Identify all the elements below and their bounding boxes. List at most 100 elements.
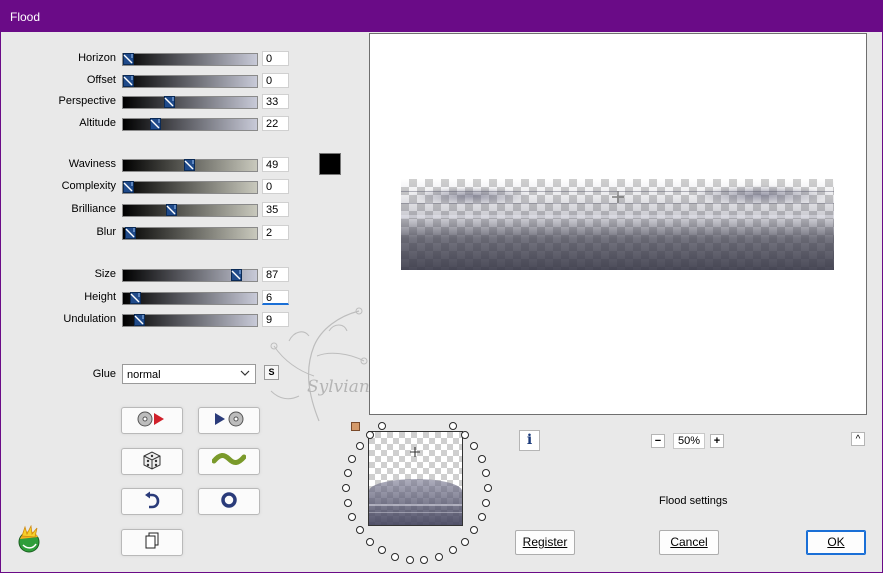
slider-thumb-icon[interactable] (164, 96, 175, 108)
wave-icon (211, 452, 247, 471)
waviness-value-input[interactable]: 49 (262, 157, 289, 172)
offset-value-input[interactable]: 0 (262, 73, 289, 88)
navigator-dot (343, 469, 352, 477)
collapse-button[interactable]: ^ (851, 432, 865, 446)
title-bar: Flood (1, 1, 882, 32)
complexity-label: Complexity (61, 180, 116, 192)
reset-button[interactable] (121, 488, 183, 515)
load-preset-button[interactable] (121, 407, 183, 434)
slider-thumb-icon[interactable] (166, 204, 177, 216)
brilliance-value-input[interactable]: 35 (262, 202, 289, 217)
slider-thumb-icon[interactable] (184, 159, 195, 171)
navigator-dot (482, 499, 491, 507)
ok-button[interactable]: OK (806, 530, 866, 555)
navigator-dot (377, 421, 386, 430)
color-swatch[interactable] (319, 153, 341, 175)
ok-label: OK (827, 535, 845, 549)
navigator-dot (448, 421, 457, 430)
watermark: Sylviane (259, 301, 380, 431)
app-logo-icon (14, 524, 44, 558)
zoom-in-button[interactable]: + (710, 434, 724, 448)
cancel-button[interactable]: Cancel (659, 530, 719, 555)
altitude-value-input[interactable]: 22 (262, 116, 289, 131)
ring-icon (220, 491, 238, 512)
navigator-dot (348, 454, 357, 463)
offset-label: Offset (86, 74, 116, 86)
waviness-label: Waviness (68, 158, 116, 170)
navigator-dot (405, 555, 414, 564)
zoom-out-button[interactable]: − (651, 434, 665, 448)
disc-arrow-icon (134, 410, 170, 431)
blur-slider[interactable] (122, 227, 258, 240)
slider-thumb-icon[interactable] (130, 292, 141, 304)
blur-label: Blur (96, 226, 116, 238)
flood-dialog: Flood Horizon 0 Offset 0 Perspective 33 Altitu… (0, 0, 883, 573)
height-label: Height (84, 291, 116, 303)
navigator-dot (434, 552, 443, 561)
brilliance-slider[interactable] (122, 204, 258, 217)
perspective-value-input[interactable]: 33 (262, 94, 289, 109)
glue-select[interactable]: normal (122, 364, 256, 384)
undulation-label: Undulation (63, 313, 116, 325)
size-label: Size (94, 268, 116, 280)
info-button[interactable]: i (519, 430, 540, 451)
copy-button[interactable] (121, 529, 183, 556)
register-label: Register (522, 535, 568, 549)
glue-selected-value: normal (127, 369, 161, 381)
altitude-slider[interactable] (122, 118, 258, 131)
navigator-dot (365, 537, 374, 546)
preview-area[interactable] (369, 33, 867, 415)
navigator-dot (420, 555, 429, 564)
perspective-slider[interactable] (122, 96, 258, 109)
slider-thumb-icon[interactable] (123, 53, 134, 65)
minus-icon: − (654, 435, 662, 447)
navigator-dot (355, 441, 364, 450)
document-icon (144, 532, 160, 553)
navigator-thumbnail[interactable] (368, 431, 463, 526)
dice-icon (141, 450, 163, 473)
slider-thumb-icon[interactable] (123, 181, 134, 193)
slider-thumb-icon[interactable] (123, 75, 134, 87)
arrow-disc-icon (211, 410, 247, 431)
glue-label: Glue (92, 368, 116, 380)
complexity-slider[interactable] (122, 181, 258, 194)
navigator-dot (342, 484, 350, 492)
navigator-dot (477, 454, 486, 463)
chevron-down-icon (240, 368, 250, 381)
slider-thumb-icon[interactable] (125, 227, 136, 239)
navigator-dot (477, 513, 486, 522)
size-slider[interactable] (122, 269, 258, 282)
navigator-dot (377, 546, 386, 555)
register-button[interactable]: Register (515, 530, 575, 555)
navigator-dot (391, 552, 400, 561)
slider-thumb-icon[interactable] (231, 269, 242, 281)
default-button[interactable] (198, 488, 260, 515)
blur-value-input[interactable]: 2 (262, 225, 289, 240)
navigator-corner-handle[interactable] (351, 422, 360, 431)
undulation-slider[interactable] (122, 314, 258, 327)
height-slider[interactable] (122, 292, 258, 305)
size-value-input[interactable]: 87 (262, 267, 289, 282)
slider-thumb-icon[interactable] (150, 118, 161, 130)
random-button[interactable] (121, 448, 183, 475)
navigator-dot (448, 546, 457, 555)
caret-up-icon: ^ (855, 434, 861, 445)
navigator-dot (460, 430, 469, 439)
offset-slider[interactable] (122, 75, 258, 88)
crosshair-icon (611, 190, 625, 207)
cancel-label: Cancel (670, 535, 708, 549)
zoom-value: 50% (677, 435, 701, 447)
plus-icon: + (713, 435, 721, 447)
navigator-dot (460, 537, 469, 546)
window-title: Flood (10, 10, 41, 24)
navigator-dot (365, 430, 374, 439)
horizon-value-input[interactable]: 0 (262, 51, 289, 66)
save-preset-button[interactable] (198, 407, 260, 434)
complexity-value-input[interactable]: 0 (262, 179, 289, 194)
slider-thumb-icon[interactable] (134, 314, 145, 326)
waviness-slider[interactable] (122, 159, 258, 172)
horizon-slider[interactable] (122, 53, 258, 66)
status-text: Flood settings (659, 495, 728, 507)
wave-button[interactable] (198, 448, 260, 475)
crosshair-icon (409, 446, 421, 461)
